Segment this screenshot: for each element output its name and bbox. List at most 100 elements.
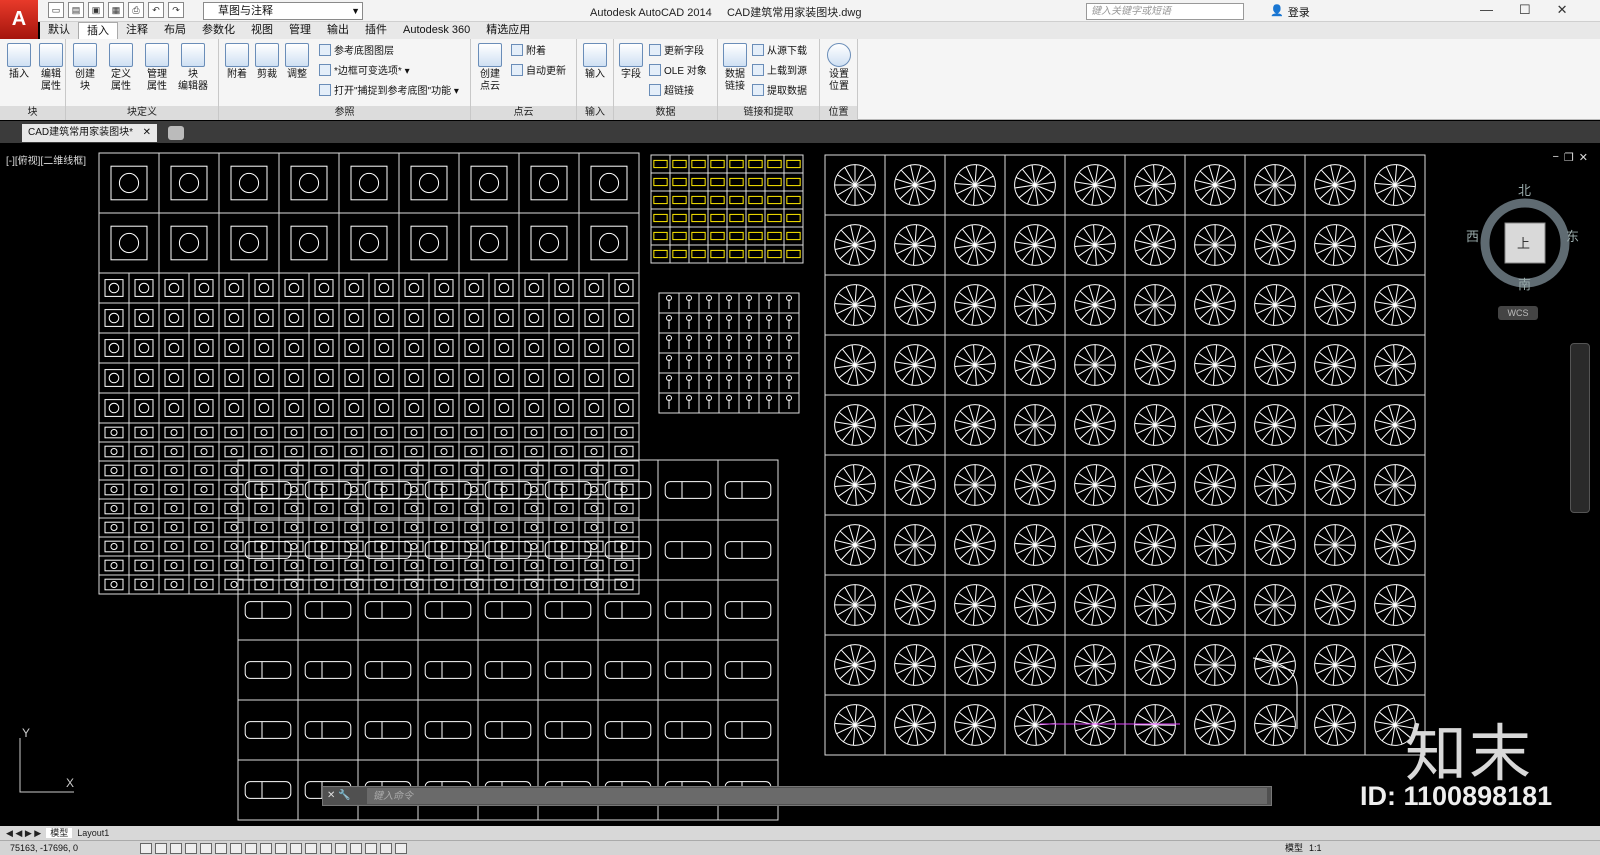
- viewcube[interactable]: 北 南 东 西 上: [1466, 178, 1580, 318]
- drafting-toggle-icon[interactable]: [200, 843, 212, 854]
- open-file-icon[interactable]: ▤: [68, 2, 84, 18]
- upload-source-button[interactable]: 上载到源: [752, 64, 807, 80]
- tab-4[interactable]: 参数化: [194, 22, 243, 39]
- close-icon[interactable]: ✕: [1579, 151, 1588, 164]
- insert-button[interactable]: 插入: [4, 43, 34, 81]
- drafting-toggle-icon[interactable]: [350, 843, 362, 854]
- drafting-toggle-icon[interactable]: [380, 843, 392, 854]
- panel-title[interactable]: 链接和提取: [718, 106, 819, 120]
- viewcube-top-face[interactable]: 上: [1517, 233, 1530, 252]
- drafting-toggle-icon[interactable]: [275, 843, 287, 854]
- restore-icon[interactable]: ❐: [1564, 151, 1574, 164]
- tab-1[interactable]: 插入: [78, 22, 118, 39]
- compass-south[interactable]: 南: [1518, 274, 1531, 293]
- maximize-icon[interactable]: ☐: [1519, 2, 1531, 18]
- update-fields-button[interactable]: 更新字段: [649, 44, 704, 60]
- save-as-icon[interactable]: ▦: [108, 2, 124, 18]
- layout-nav-arrows[interactable]: ◀ ◀ ▶ ▶: [6, 828, 41, 838]
- panel-title[interactable]: 块定义: [66, 106, 218, 120]
- model-space-toggle[interactable]: 模型: [1285, 841, 1303, 855]
- redo-icon[interactable]: ↷: [168, 2, 184, 18]
- close-icon[interactable]: ✕: [143, 124, 151, 142]
- drafting-toggle-icon[interactable]: [215, 843, 227, 854]
- document-tab[interactable]: CAD建筑常用家装图块* ✕: [22, 124, 157, 142]
- application-menu-button[interactable]: A: [0, 0, 38, 40]
- manage-attr-button[interactable]: 管理 属性: [142, 43, 172, 93]
- tab-9[interactable]: Autodesk 360: [395, 22, 478, 39]
- panel-title[interactable]: 块: [0, 106, 65, 120]
- drawing-area[interactable]: [-][俯视][二维线框] − ❐ ✕ 北 南 东 西 上 WCS Y X 知末…: [0, 143, 1600, 826]
- viewport-controls[interactable]: [-][俯视][二维线框]: [6, 152, 86, 167]
- panel-title[interactable]: 输入: [577, 106, 613, 120]
- drafting-toggle-icon[interactable]: [155, 843, 167, 854]
- set-location-button[interactable]: 设置 位置: [824, 43, 854, 93]
- adjust-button[interactable]: 调整: [282, 43, 312, 81]
- drafting-toggle-icon[interactable]: [230, 843, 242, 854]
- ole-object-button[interactable]: OLE 对象: [649, 64, 707, 80]
- compass-north[interactable]: 北: [1518, 180, 1531, 199]
- panel-title[interactable]: 点云: [471, 106, 576, 120]
- drafting-toggle-icon[interactable]: [305, 843, 317, 854]
- data-link-button[interactable]: 数据 链接: [720, 43, 750, 93]
- tab-8[interactable]: 插件: [357, 22, 395, 39]
- extract-data-button[interactable]: 提取数据: [752, 84, 807, 100]
- coordinate-readout[interactable]: 75163, -17696, 0: [10, 841, 78, 855]
- new-file-icon[interactable]: ▭: [48, 2, 64, 18]
- drafting-toggle-icon[interactable]: [290, 843, 302, 854]
- tab-3[interactable]: 布局: [156, 22, 194, 39]
- attach-button[interactable]: 附着: [222, 43, 252, 81]
- tab-5[interactable]: 视图: [243, 22, 281, 39]
- clip-button[interactable]: 剪裁: [252, 43, 282, 81]
- download-source-button[interactable]: 从源下载: [752, 44, 807, 60]
- field-button[interactable]: 字段: [616, 43, 646, 81]
- panel-title[interactable]: 数据: [614, 106, 717, 120]
- login-button[interactable]: 👤 登录: [1270, 4, 1310, 20]
- compass-west[interactable]: 西: [1466, 226, 1479, 245]
- drafting-toggle-icon[interactable]: [395, 843, 407, 854]
- minimize-icon[interactable]: −: [1552, 151, 1558, 164]
- annotation-scale[interactable]: 1:1: [1309, 841, 1322, 855]
- drafting-toggle-icon[interactable]: [335, 843, 347, 854]
- tab-layout1[interactable]: Layout1: [77, 828, 109, 838]
- snap-underlay-dropdown[interactable]: 打开"捕捉到参考底图"功能 ▾: [319, 84, 459, 100]
- close-icon[interactable]: ✕: [1557, 2, 1568, 18]
- panel-title[interactable]: 参照: [219, 106, 470, 120]
- tab-7[interactable]: 输出: [319, 22, 357, 39]
- frames-dropdown[interactable]: *边框可变选项* ▾: [319, 64, 410, 80]
- cloud-attach-button[interactable]: 附着: [511, 44, 546, 60]
- tab-10[interactable]: 精选应用: [478, 22, 538, 39]
- workspace-select[interactable]: 草图与注释 ▼: [203, 2, 363, 20]
- drafting-toggle-icon[interactable]: [170, 843, 182, 854]
- edit-attr-button[interactable]: 编辑 属性: [36, 43, 66, 93]
- tab-2[interactable]: 注释: [118, 22, 156, 39]
- underlay-layers-button[interactable]: 参考底图图层: [319, 44, 394, 60]
- hyperlink-button[interactable]: 超链接: [649, 84, 694, 100]
- drafting-toggle-icon[interactable]: [245, 843, 257, 854]
- import-button[interactable]: 输入: [580, 43, 610, 81]
- navigation-bar[interactable]: [1570, 343, 1590, 513]
- search-input[interactable]: 键入关键字或短语: [1086, 3, 1244, 20]
- compass-east[interactable]: 东: [1566, 226, 1579, 245]
- save-icon[interactable]: ▣: [88, 2, 104, 18]
- create-block-button[interactable]: 创建 块: [70, 43, 100, 93]
- drafting-toggle-icon[interactable]: [365, 843, 377, 854]
- print-icon[interactable]: ⎙: [128, 2, 144, 18]
- drafting-toggle-icon[interactable]: [320, 843, 332, 854]
- tab-6[interactable]: 管理: [281, 22, 319, 39]
- wcs-menu[interactable]: WCS: [1498, 306, 1538, 320]
- block-editor-button[interactable]: 块 编辑器: [178, 43, 208, 93]
- panel-title[interactable]: 位置: [820, 106, 857, 120]
- new-tab-button[interactable]: [168, 126, 184, 140]
- drafting-toggle-icon[interactable]: [140, 843, 152, 854]
- drafting-toggle-icon[interactable]: [185, 843, 197, 854]
- autoupdate-button[interactable]: 自动更新: [511, 64, 566, 80]
- drafting-toggle-icon[interactable]: [260, 843, 272, 854]
- tab-model[interactable]: 模型: [46, 828, 73, 838]
- command-line-buttons[interactable]: ✕ 🔧: [327, 787, 351, 805]
- create-point-cloud-button[interactable]: 创建 点云: [475, 43, 505, 93]
- command-line[interactable]: ✕ 🔧 键入命令: [322, 786, 1272, 806]
- minimize-icon[interactable]: —: [1480, 2, 1493, 18]
- define-attr-button[interactable]: 定义 属性: [106, 43, 136, 93]
- undo-icon[interactable]: ↶: [148, 2, 164, 18]
- command-input[interactable]: 键入命令: [367, 788, 1267, 804]
